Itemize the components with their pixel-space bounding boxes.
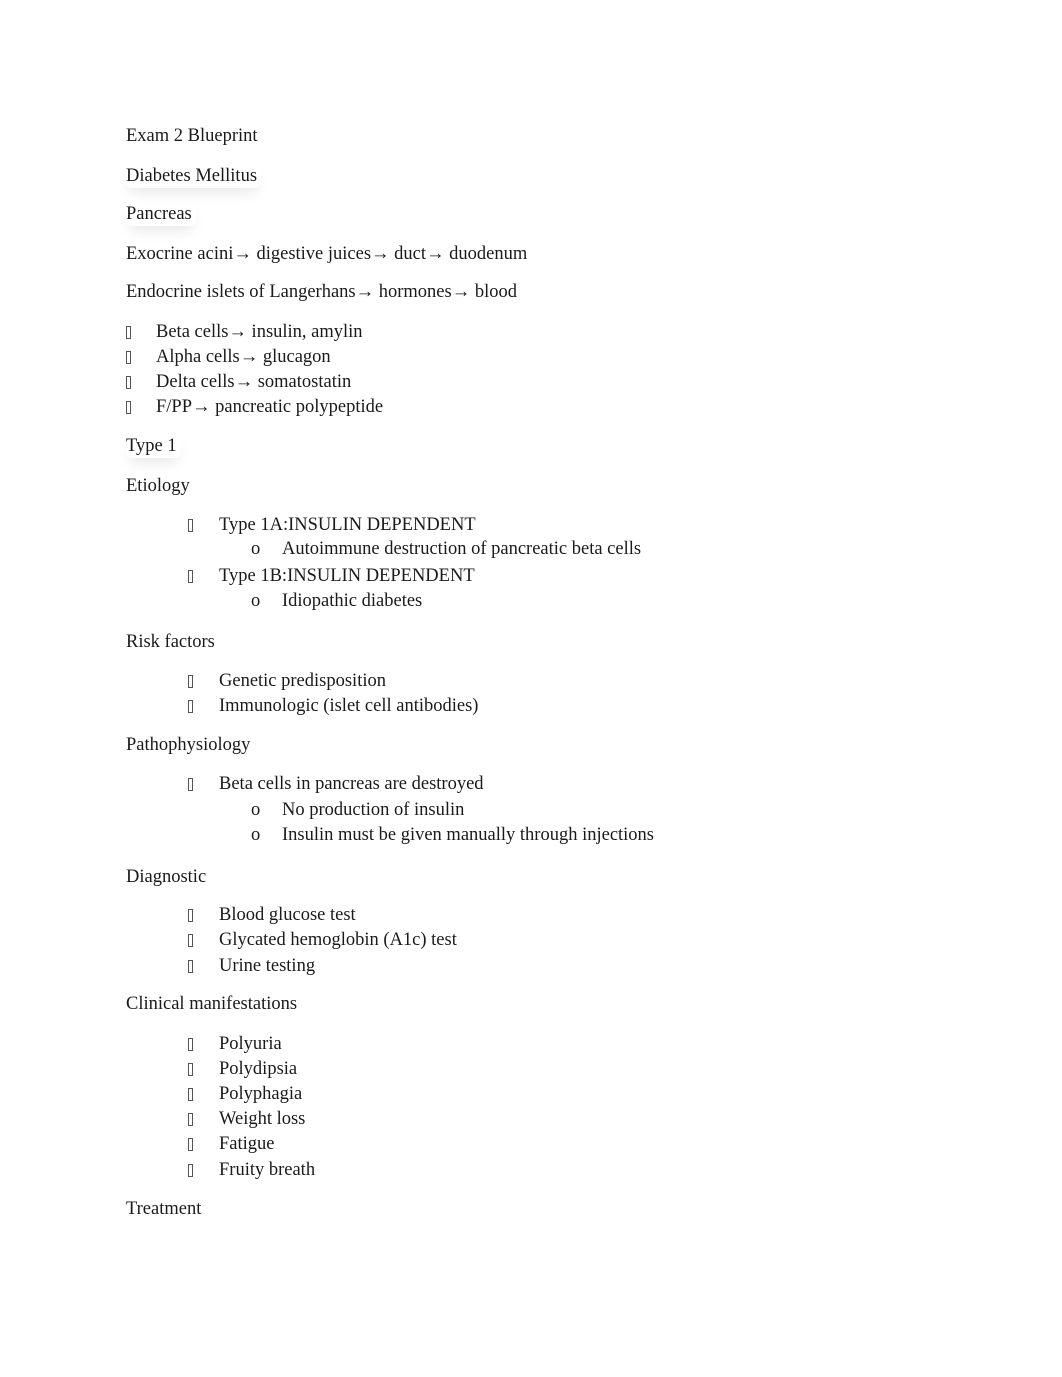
list-item-text: Alpha cells→ glucagon	[156, 347, 331, 367]
bullet-icon	[188, 700, 193, 713]
sub-list-item-text: No production of insulin	[282, 800, 465, 820]
bullet-icon	[188, 1088, 193, 1101]
bullet-icon	[126, 401, 131, 414]
bullet-icon	[188, 1164, 193, 1177]
list-item-text: Urine testing	[219, 956, 316, 976]
list-item-text: Type 1A:INSULIN DEPENDENT	[219, 515, 476, 535]
bullet-icon	[126, 326, 131, 339]
type1-heading: Type 1	[126, 434, 181, 458]
sub-list-item-text: Autoimmune destruction of pancreatic bet…	[282, 539, 642, 559]
endocrine-line: Endocrine islets of Langerhans→ hormones…	[126, 282, 517, 302]
bullet-icon	[188, 1113, 193, 1126]
exocrine-line: Exocrine acini→ digestive juices→ duct→ …	[126, 244, 528, 264]
list-item-text: Fruity breath	[219, 1160, 316, 1180]
document-title: Exam 2 Blueprint	[126, 126, 258, 146]
bullet-icon	[188, 934, 193, 947]
bullet-icon	[188, 570, 193, 583]
list-item-text: Genetic predisposition	[219, 671, 386, 691]
bullet-icon	[188, 1038, 193, 1051]
list-item-text: Weight loss	[219, 1109, 306, 1129]
bullet-icon	[188, 909, 193, 922]
list-item-text: Type 1B:INSULIN DEPENDENT	[219, 566, 475, 586]
list-item-text: Blood glucose test	[219, 905, 356, 925]
document-page: Exam 2 Blueprint Diabetes Mellitus Pancr…	[0, 0, 1062, 1377]
list-item-text: Polyphagia	[219, 1084, 303, 1104]
sub-bullet-icon: o	[251, 800, 261, 820]
sub-list-item-text: Insulin must be given manually through i…	[282, 825, 655, 845]
list-item-text: F/PP→ pancreatic polypeptide	[156, 397, 384, 417]
list-item-text: Immunologic (islet cell antibodies)	[219, 696, 479, 716]
sub-list-item-text: Idiopathic diabetes	[282, 591, 423, 611]
list-item-text: Beta cells→ insulin, amylin	[156, 322, 363, 342]
bullet-icon	[188, 778, 193, 791]
bullet-icon	[188, 675, 193, 688]
bullet-icon	[126, 351, 131, 364]
list-item-text: Glycated hemoglobin (A1c) test	[219, 930, 457, 950]
topic-heading: Diabetes Mellitus	[126, 164, 261, 188]
etiology-heading: Etiology	[126, 476, 190, 496]
treatment-heading: Treatment	[126, 1199, 202, 1219]
list-item-text: Polyuria	[219, 1034, 282, 1054]
pancreas-heading: Pancreas	[126, 202, 196, 226]
list-item-text: Fatigue	[219, 1134, 275, 1154]
list-item-text: Delta cells→ somatostatin	[156, 372, 352, 392]
diagnostic-heading: Diagnostic	[126, 867, 207, 887]
bullet-icon	[188, 519, 193, 532]
bullet-icon	[126, 376, 131, 389]
list-item-text: Beta cells in pancreas are destroyed	[219, 774, 484, 794]
sub-bullet-icon: o	[251, 591, 261, 611]
sub-bullet-icon: o	[251, 539, 261, 559]
bullet-icon	[188, 1138, 193, 1151]
clinical-manifestations-heading: Clinical manifestations	[126, 994, 298, 1014]
bullet-icon	[188, 1063, 193, 1076]
bullet-icon	[188, 960, 193, 973]
list-item-text: Polydipsia	[219, 1059, 298, 1079]
sub-bullet-icon: o	[251, 825, 261, 845]
risk-factors-heading: Risk factors	[126, 632, 215, 652]
pathophysiology-heading: Pathophysiology	[126, 735, 251, 755]
